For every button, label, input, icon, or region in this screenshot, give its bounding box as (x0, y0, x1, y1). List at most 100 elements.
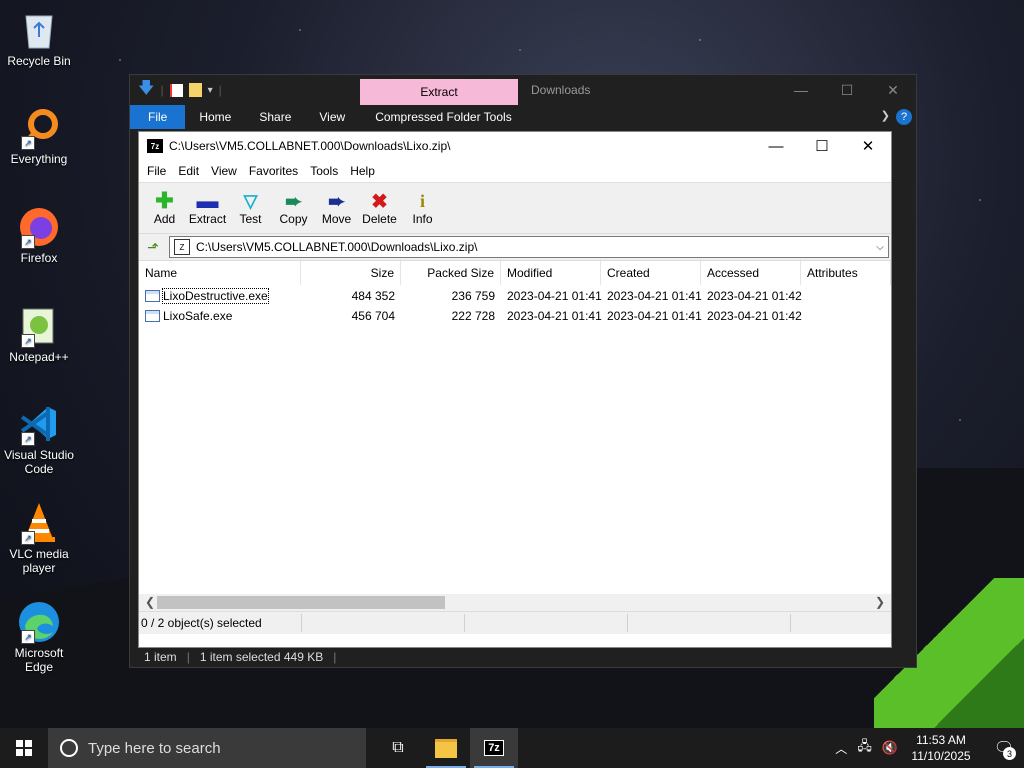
menu-help[interactable]: Help (344, 164, 381, 178)
down-arrow-icon[interactable]: 🡇 (138, 77, 154, 104)
extract-label: Extract (188, 212, 227, 226)
scroll-left-icon[interactable]: ❮ (145, 595, 155, 609)
folder-up-icon[interactable]: ⬏ (143, 237, 163, 257)
desktop-icon-everything[interactable]: ↗ Everything (4, 106, 74, 166)
file-explorer-taskbar-button[interactable] (422, 728, 470, 768)
table-row[interactable]: LixoSafe.exe 456 704 222 728 2023-04-21 … (139, 306, 891, 326)
explorer-title: Downloads (531, 83, 591, 97)
column-header-created[interactable]: Created (601, 261, 701, 285)
scroll-right-icon[interactable]: ❯ (875, 595, 885, 609)
task-view-icon: ⧉ (392, 739, 404, 756)
chevron-up-icon[interactable]: ︿ (835, 740, 847, 757)
column-header-packed-size[interactable]: Packed Size (401, 261, 501, 285)
scrollbar-thumb[interactable] (157, 596, 445, 609)
file-packed-size: 236 759 (451, 289, 495, 303)
file-name: LixoDestructive.exe (162, 288, 269, 304)
file-name: LixoSafe.exe (163, 309, 233, 323)
close-icon[interactable]: ✕ (845, 132, 891, 160)
move-label: Move (321, 212, 352, 226)
close-icon[interactable]: ✕ (870, 75, 916, 105)
chevron-down-icon[interactable]: ❯ (881, 109, 890, 122)
menu-bar: File Edit View Favorites Tools Help (139, 160, 891, 183)
move-button[interactable]: ➨ Move (315, 183, 358, 233)
menu-tools[interactable]: Tools (304, 164, 344, 178)
zip-file-icon: Z (174, 239, 190, 255)
sevenzip-icon: 7z (484, 740, 504, 756)
ribbon-tab-compressed-tools[interactable]: Compressed Folder Tools (359, 105, 526, 129)
new-folder-icon[interactable] (188, 83, 202, 97)
extract-icon: ▬ (196, 188, 219, 213)
delete-button[interactable]: ✖ Delete (358, 183, 401, 233)
copy-button[interactable]: ➨ Copy (272, 183, 315, 233)
desktop-icon-vscode[interactable]: ↗ Visual Studio Code (4, 402, 74, 476)
network-icon[interactable]: 🖧 (857, 737, 872, 759)
desktop-icon-edge[interactable]: ↗ Microsoft Edge (4, 600, 74, 674)
explorer-ribbon: File Home Share View Compressed Folder T… (130, 105, 916, 129)
notification-center-button[interactable]: 🗨 3 (984, 728, 1024, 768)
maximize-icon[interactable]: ☐ (799, 132, 845, 160)
task-view-button[interactable]: ⧉ (374, 728, 422, 768)
minimize-icon[interactable]: — (778, 75, 824, 105)
sevenzip-statusbar: 0 / 2 object(s) selected (139, 611, 891, 634)
info-button[interactable]: i Info (401, 183, 444, 233)
chevron-down-icon[interactable]: ⌵ (872, 242, 888, 253)
horizontal-scrollbar[interactable]: ❮ ❯ (139, 594, 891, 611)
menu-file[interactable]: File (141, 164, 172, 178)
column-header-name[interactable]: Name (139, 261, 301, 285)
column-header-attributes[interactable]: Attributes (801, 261, 891, 285)
volume-muted-icon[interactable]: 🔇 (882, 740, 898, 756)
sevenzip-logo-icon: 7z (147, 139, 163, 153)
menu-edit[interactable]: Edit (172, 164, 205, 178)
start-button[interactable] (0, 728, 48, 768)
clock[interactable]: 11:53 AM 11/10/2025 (908, 732, 974, 764)
windows-logo-icon (16, 740, 32, 756)
table-row[interactable]: LixoDestructive.exe 484 352 236 759 2023… (139, 286, 891, 306)
sevenzip-window: 7z C:\Users\VM5.COLLABNET.000\Downloads\… (138, 131, 892, 648)
status-pane (465, 614, 628, 632)
status-pane (302, 614, 465, 632)
customize-qa-icon[interactable]: ▾ (208, 85, 213, 96)
vlc-icon: ↗ (17, 501, 61, 545)
desktop-icon-firefox[interactable]: ↗ Firefox (4, 205, 74, 265)
address-text: C:\Users\VM5.COLLABNET.000\Downloads\Lix… (196, 240, 478, 254)
extract-button[interactable]: ▬ Extract (186, 183, 229, 233)
ribbon-tab-file[interactable]: File (130, 105, 186, 129)
desktop-icon-label: Microsoft Edge (14, 646, 64, 674)
properties-icon[interactable] (169, 83, 183, 97)
test-button[interactable]: ▽ Test (229, 183, 272, 233)
column-header-modified[interactable]: Modified (501, 261, 601, 285)
search-placeholder: Type here to search (88, 739, 221, 757)
shortcut-arrow-icon: ↗ (21, 630, 35, 644)
quick-access-toolbar: 🡇 | ▾ | (130, 77, 222, 104)
exe-file-icon (145, 310, 160, 322)
extract-context-tab[interactable]: Extract (360, 79, 518, 105)
toolbar: ✚ Add ▬ Extract ▽ Test ➨ Copy ➨ Move ✖ Delete … (139, 183, 891, 234)
notepadpp-icon: ↗ (17, 304, 61, 348)
sevenzip-titlebar: 7z C:\Users\VM5.COLLABNET.000\Downloads\… (139, 132, 891, 160)
menu-favorites[interactable]: Favorites (243, 164, 304, 178)
desktop-icon-notepadpp[interactable]: ↗ Notepad++ (4, 304, 74, 364)
help-icon[interactable]: ? (896, 109, 912, 125)
explorer-titlebar: 🡇 | ▾ | Extract Downloads — ☐ ✕ (130, 75, 916, 105)
ribbon-tab-view[interactable]: View (305, 105, 359, 129)
ribbon-tab-share[interactable]: Share (245, 105, 305, 129)
sevenzip-taskbar-button[interactable]: 7z (470, 728, 518, 768)
menu-view[interactable]: View (205, 164, 243, 178)
shortcut-arrow-icon: ↗ (21, 136, 35, 150)
column-header-size[interactable]: Size (301, 261, 401, 285)
delete-icon: ✖ (371, 190, 388, 213)
add-button[interactable]: ✚ Add (143, 183, 186, 233)
desktop-icon-label: Visual Studio Code (4, 448, 74, 476)
column-header-accessed[interactable]: Accessed (701, 261, 801, 285)
status-pane (628, 614, 791, 632)
test-label: Test (239, 212, 262, 226)
address-input[interactable]: Z C:\Users\VM5.COLLABNET.000\Downloads\L… (169, 236, 889, 258)
minimize-icon[interactable]: — (753, 132, 799, 160)
selection-status: 0 / 2 object(s) selected (139, 614, 302, 632)
desktop-icon-vlc[interactable]: ↗ VLC media player (4, 501, 74, 575)
maximize-icon[interactable]: ☐ (824, 75, 870, 105)
search-input[interactable]: Type here to search (48, 728, 366, 768)
desktop-icon-recycle-bin[interactable]: Recycle Bin (4, 8, 74, 68)
ribbon-tab-home[interactable]: Home (185, 105, 245, 129)
sevenzip-window-controls: — ☐ ✕ (753, 132, 891, 160)
